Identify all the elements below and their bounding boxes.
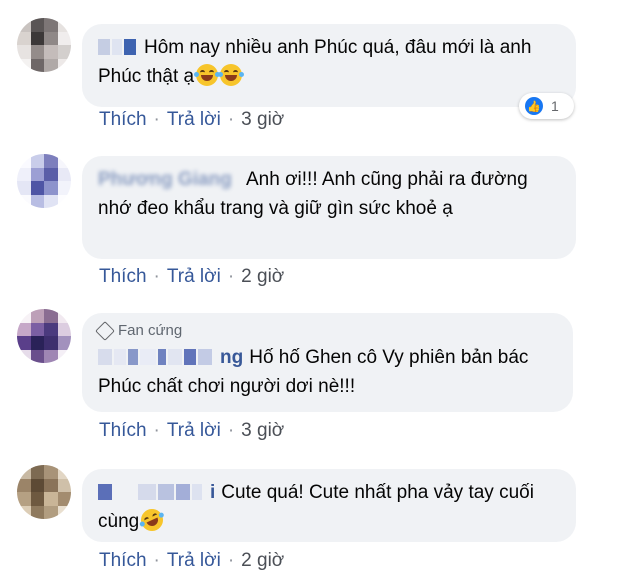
reply-link[interactable]: Trả lời bbox=[167, 550, 221, 572]
comment-bubble: Hôm nay nhiều anh Phúc quá, đâu mới là a… bbox=[82, 24, 576, 107]
reply-link[interactable]: Trả lời bbox=[167, 420, 221, 442]
timestamp[interactable]: 3 giờ bbox=[241, 109, 284, 131]
reaction-summary[interactable]: 👍 1 bbox=[519, 93, 574, 119]
author-name-redacted[interactable] bbox=[98, 33, 138, 55]
comment-text: Hôm nay nhiều anh Phúc quá, đâu mới là a… bbox=[98, 33, 560, 91]
comment-actions: Thích · Trả lời · 2 giờ bbox=[99, 550, 284, 572]
grinning-tears-emoji bbox=[194, 64, 221, 86]
comment-text: ng Hố hố Ghen cô Vy phiên bản bác Phúc ch… bbox=[98, 343, 557, 401]
reply-link[interactable]: Trả lời bbox=[167, 266, 221, 288]
author-name-suffix[interactable]: i bbox=[210, 482, 215, 503]
avatar[interactable] bbox=[17, 309, 71, 363]
like-link[interactable]: Thích bbox=[99, 550, 147, 572]
avatar[interactable] bbox=[17, 154, 71, 208]
separator: · bbox=[227, 109, 235, 130]
fan-badge: Fan cứng bbox=[95, 321, 557, 341]
reaction-count: 1 bbox=[551, 98, 559, 114]
like-link[interactable]: Thích bbox=[99, 109, 147, 131]
author-name-suffix[interactable]: ng bbox=[220, 347, 243, 368]
separator: · bbox=[227, 550, 235, 571]
comment-actions: Thích · Trả lời · 3 giờ bbox=[99, 420, 284, 442]
author-name-redacted[interactable] bbox=[98, 343, 214, 365]
rofl-emoji bbox=[137, 505, 167, 535]
author-name-redacted[interactable]: Phương Giang bbox=[98, 165, 240, 190]
like-link[interactable]: Thích bbox=[99, 420, 147, 442]
comment-text: Phương Giang Anh ơi!!! Anh cũng phải ra đ… bbox=[98, 165, 560, 223]
grinning-tears-emoji bbox=[218, 64, 245, 86]
like-link[interactable]: Thích bbox=[99, 266, 147, 288]
timestamp[interactable]: 2 giờ bbox=[241, 266, 284, 288]
comment-text: i Cute quá! Cute nhất pha vảy tay cuối cù… bbox=[98, 478, 560, 536]
separator: · bbox=[153, 550, 160, 571]
comment-bubble: i Cute quá! Cute nhất pha vảy tay cuối cù… bbox=[82, 469, 576, 542]
fan-badge-icon bbox=[95, 321, 115, 341]
comment-bubble: Phương Giang Anh ơi!!! Anh cũng phải ra đ… bbox=[82, 156, 576, 259]
avatar[interactable] bbox=[17, 18, 71, 72]
timestamp[interactable]: 2 giờ bbox=[241, 550, 284, 572]
comment-actions: Thích · Trả lời · 3 giờ bbox=[99, 109, 284, 131]
separator: · bbox=[153, 266, 160, 287]
separator: · bbox=[153, 109, 160, 130]
separator: · bbox=[153, 420, 160, 441]
avatar[interactable] bbox=[17, 465, 71, 519]
comment-bubble: Fan cứng ng Hố hố Ghen cô Vy phiên bản bá… bbox=[82, 313, 573, 412]
separator: · bbox=[227, 266, 235, 287]
comment-actions: Thích · Trả lời · 2 giờ bbox=[99, 266, 284, 288]
fan-badge-label: Fan cứng bbox=[118, 322, 183, 339]
separator: · bbox=[227, 420, 235, 441]
author-name-redacted[interactable] bbox=[98, 478, 204, 500]
timestamp[interactable]: 3 giờ bbox=[241, 420, 284, 442]
like-icon: 👍 bbox=[525, 97, 543, 115]
reply-link[interactable]: Trả lời bbox=[167, 109, 221, 131]
